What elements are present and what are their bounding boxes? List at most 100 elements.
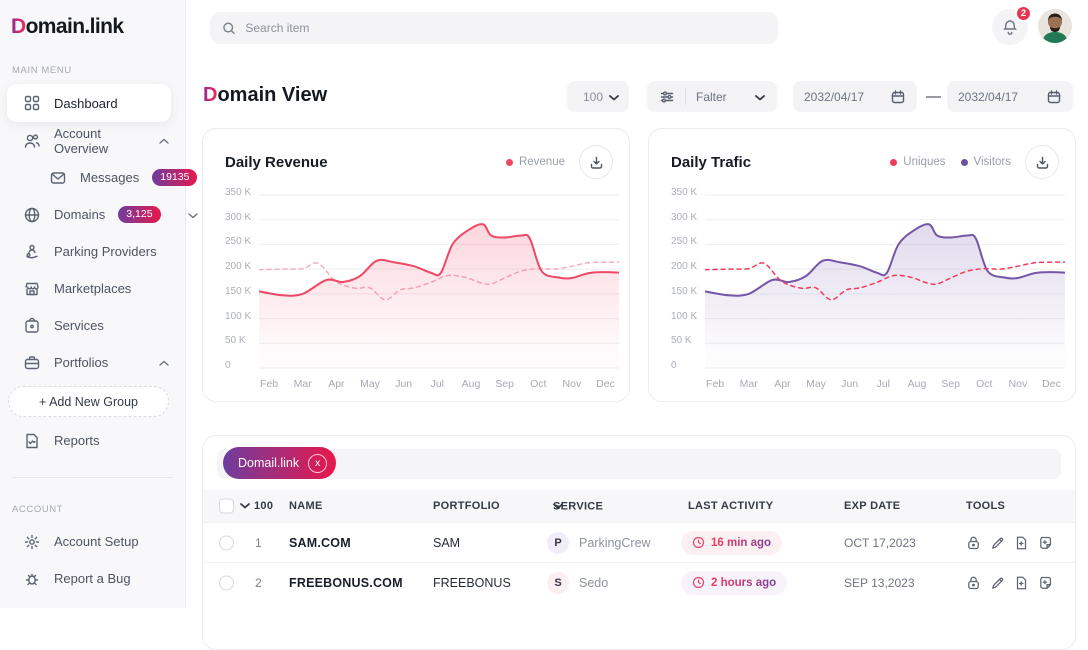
x-tick-label: Jun: [395, 378, 412, 390]
date-range-separator: —: [926, 88, 941, 105]
clock-icon: [692, 536, 705, 549]
file-add-button[interactable]: [1014, 535, 1029, 551]
last-activity-badge: 2 hours ago: [681, 571, 787, 595]
y-tick-label: 0: [671, 360, 677, 371]
download-button[interactable]: [1025, 145, 1059, 179]
row-checkbox[interactable]: [219, 535, 234, 550]
file-add-icon: [1014, 535, 1029, 551]
note-add-icon: [1038, 575, 1053, 591]
sidebar-item-messages[interactable]: Messages 19135: [0, 159, 185, 196]
y-tick-label: 250 K: [671, 236, 697, 247]
y-tick-label: 50 K: [225, 335, 246, 346]
page-size-select[interactable]: 100: [567, 81, 629, 112]
date-from-input[interactable]: 2032/04/17: [793, 81, 917, 112]
divider: [685, 88, 686, 105]
clock-icon: [692, 576, 705, 589]
daily-traffic-card: Daily Trafic UniquesVisitors 350 K300 K2…: [648, 128, 1076, 402]
grid-icon: [23, 94, 41, 112]
domain-name: FREEBONUS.COM: [289, 576, 403, 590]
notifications-button[interactable]: 2: [992, 9, 1028, 45]
column-exp-date: EXP DATE: [844, 500, 900, 512]
exp-date: OCT 17,2023: [844, 536, 916, 550]
download-icon: [1035, 155, 1050, 170]
search-input[interactable]: [245, 21, 766, 35]
edit-button[interactable]: [990, 535, 1005, 551]
y-tick-label: 250 K: [225, 236, 251, 247]
lock-button[interactable]: [966, 575, 981, 591]
bug-icon: [23, 570, 41, 588]
domain-filter-tag[interactable]: Domail.link x: [223, 447, 336, 479]
column-name: NAME: [289, 500, 323, 512]
store-icon: [23, 280, 41, 298]
edit-button[interactable]: [990, 575, 1005, 591]
sidebar-item-reports[interactable]: Reports: [0, 422, 185, 459]
legend-dot: [506, 159, 513, 166]
users-icon: [23, 132, 41, 150]
close-icon: x: [315, 457, 320, 469]
mail-icon: [49, 169, 67, 187]
sidebar-item-parking-providers[interactable]: Parking Providers: [0, 233, 185, 270]
legend-dot: [961, 159, 968, 166]
y-tick-label: 350 K: [671, 187, 697, 198]
domains-count-badge: 3,125: [118, 206, 160, 223]
row-checkbox[interactable]: [219, 575, 234, 590]
chart-legend: UniquesVisitors: [890, 156, 1011, 168]
chevron-down-icon: [755, 90, 765, 104]
filter-select[interactable]: Falter: [647, 81, 777, 112]
app-logo: Domain.link: [0, 0, 185, 39]
note-add-button[interactable]: [1038, 575, 1053, 591]
user-avatar[interactable]: [1038, 9, 1072, 43]
date-to-input[interactable]: 2032/04/17: [947, 81, 1073, 112]
x-tick-label: Jul: [877, 378, 890, 390]
main-menu-section-label: MAIN MENU: [12, 65, 185, 76]
lock-icon: [966, 575, 981, 591]
note-add-button[interactable]: [1038, 535, 1053, 551]
sliders-icon: [659, 89, 675, 105]
calendar-icon: [1046, 89, 1062, 105]
column-last-activity: LAST ACTIVITY: [688, 500, 773, 512]
x-tick-label: Apr: [774, 378, 790, 390]
column-service[interactable]: SERVICE: [553, 503, 563, 510]
legend-item: Revenue: [506, 156, 565, 168]
sidebar-item-portfolios[interactable]: Portfolios: [0, 344, 185, 381]
report-icon: [23, 432, 41, 450]
sidebar-item-account-overview[interactable]: Account Overview: [0, 122, 185, 159]
chevron-down-icon[interactable]: [240, 500, 250, 512]
account-section-label: ACCOUNT: [12, 504, 185, 515]
service-initial-badge: P: [547, 532, 569, 554]
daily-revenue-card: Daily Revenue Revenue 350 K300 K250 K200…: [202, 128, 630, 402]
parking-icon: [23, 243, 41, 261]
sidebar-item-marketplaces[interactable]: Marketplaces: [0, 270, 185, 307]
search-bar: [210, 12, 778, 44]
lock-button[interactable]: [966, 535, 981, 551]
column-portfolio: PORTFOLIO: [433, 500, 500, 512]
sidebar-item-report-a-bug[interactable]: Report a Bug: [0, 560, 185, 597]
select-all-checkbox[interactable]: [219, 499, 234, 514]
sidebar-item-services[interactable]: Services: [0, 307, 185, 344]
sidebar-divider: [12, 477, 173, 478]
file-add-button[interactable]: [1014, 575, 1029, 591]
page-title: Domain View: [203, 84, 327, 107]
remove-tag-button[interactable]: x: [308, 454, 327, 473]
lock-icon: [966, 535, 981, 551]
service-name: Sedo: [579, 576, 608, 590]
x-tick-label: Dec: [1042, 378, 1061, 390]
chevron-up-icon: [159, 355, 169, 370]
briefcase-icon: [23, 354, 41, 372]
legend-dot: [890, 159, 897, 166]
sidebar-item-account-setup[interactable]: Account Setup: [0, 523, 185, 560]
column-tools: TOOLS: [966, 500, 1005, 512]
y-tick-label: 0: [225, 360, 231, 371]
gear-icon: [23, 533, 41, 551]
column-count: 100: [254, 500, 273, 512]
chevron-up-icon: [159, 133, 169, 148]
sidebar-item-dashboard[interactable]: Dashboard: [7, 84, 171, 122]
x-tick-label: Dec: [596, 378, 615, 390]
download-button[interactable]: [579, 145, 613, 179]
y-tick-label: 50 K: [671, 335, 692, 346]
add-new-group-button[interactable]: + Add New Group: [8, 386, 169, 417]
x-tick-label: Sep: [941, 378, 960, 390]
sidebar-item-domains[interactable]: Domains 3,125: [0, 196, 185, 233]
domains-table-card: Domail.link x 100 NAME PORTFOLIO SERVICE…: [202, 435, 1076, 650]
calendar-icon: [890, 89, 906, 105]
